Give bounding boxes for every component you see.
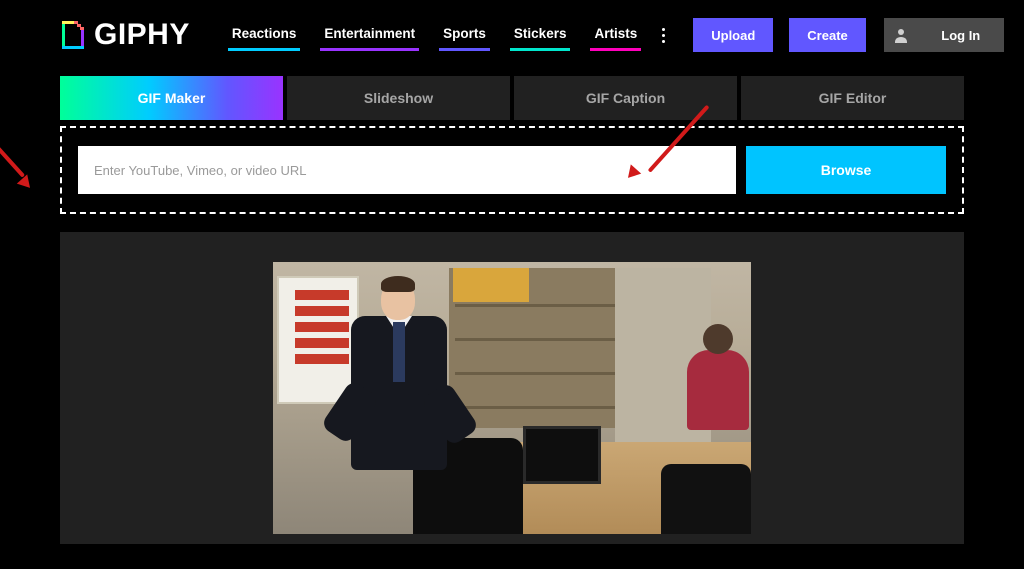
nav-entertainment[interactable]: Entertainment: [312, 20, 427, 51]
tab-gif-editor[interactable]: GIF Editor: [741, 76, 964, 120]
create-button[interactable]: Create: [789, 18, 865, 52]
nav-sports[interactable]: Sports: [431, 20, 498, 51]
tab-gif-caption[interactable]: GIF Caption: [514, 76, 737, 120]
upload-dropzone[interactable]: Browse: [60, 126, 964, 214]
person-icon: [893, 27, 909, 43]
tab-gif-maker[interactable]: GIF Maker: [60, 76, 283, 120]
upload-button[interactable]: Upload: [693, 18, 773, 52]
user-area: Log In: [884, 18, 1004, 52]
video-url-input[interactable]: [78, 146, 736, 194]
creator-tabs: GIF Maker Slideshow GIF Caption GIF Edit…: [60, 76, 964, 120]
nav-artists[interactable]: Artists: [582, 20, 649, 51]
avatar[interactable]: [884, 18, 918, 52]
giphy-logo-icon: [60, 19, 86, 51]
preview-area: [60, 232, 964, 544]
nav-stickers[interactable]: Stickers: [502, 20, 579, 51]
browse-button[interactable]: Browse: [746, 146, 946, 194]
login-button[interactable]: Log In: [918, 18, 1004, 52]
tab-slideshow[interactable]: Slideshow: [287, 76, 510, 120]
main-content: GIF Maker Slideshow GIF Caption GIF Edit…: [0, 76, 1024, 544]
brand-name: GIPHY: [94, 18, 190, 52]
primary-nav: Reactions Entertainment Sports Stickers …: [220, 20, 673, 51]
nav-reactions[interactable]: Reactions: [220, 20, 309, 51]
video-preview: [273, 262, 751, 534]
giphy-logo[interactable]: GIPHY: [60, 18, 190, 52]
more-menu-icon[interactable]: [653, 28, 673, 43]
top-header: GIPHY Reactions Entertainment Sports Sti…: [0, 0, 1024, 62]
